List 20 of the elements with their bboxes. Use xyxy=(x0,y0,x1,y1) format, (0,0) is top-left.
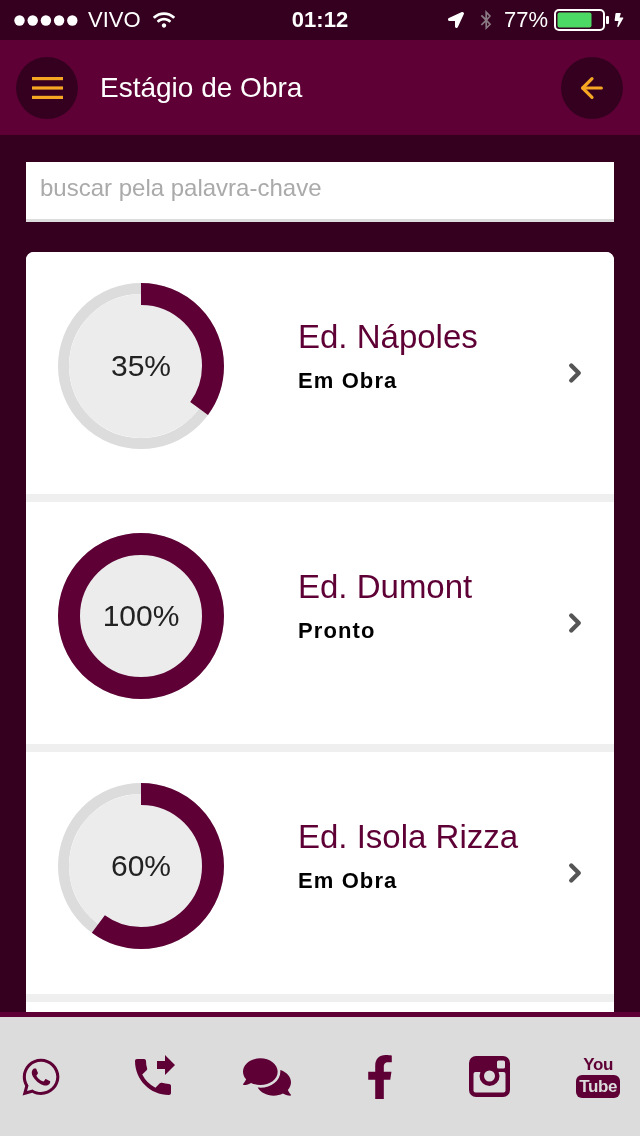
project-name: Ed. Isola Rizza xyxy=(298,816,519,857)
battery-percent: 77% xyxy=(503,9,548,31)
status-time: 01:12 xyxy=(291,9,349,31)
signal-dots-icon xyxy=(14,14,78,26)
project-status: Pronto xyxy=(298,616,376,645)
battery-icon xyxy=(554,9,610,31)
page-title: Estágio de Obra xyxy=(100,73,303,102)
search-field[interactable]: buscar pela palavra-chave xyxy=(26,162,614,222)
progress-percent: 60% xyxy=(110,851,171,881)
project-name: Ed. Nápoles xyxy=(298,316,478,357)
charging-bolt-icon xyxy=(612,13,626,27)
project-name: Ed. Dumont xyxy=(298,566,473,607)
progress-percent: 35% xyxy=(110,351,171,381)
instagram-icon[interactable] xyxy=(468,1056,510,1097)
project-status: Em Obra xyxy=(298,366,398,395)
progress-percent: 100% xyxy=(102,601,180,631)
location-arrow-icon xyxy=(447,12,464,28)
menu-icon xyxy=(31,76,63,99)
carrier-name: VIVO xyxy=(88,9,141,31)
project-status: Em Obra xyxy=(298,866,398,895)
